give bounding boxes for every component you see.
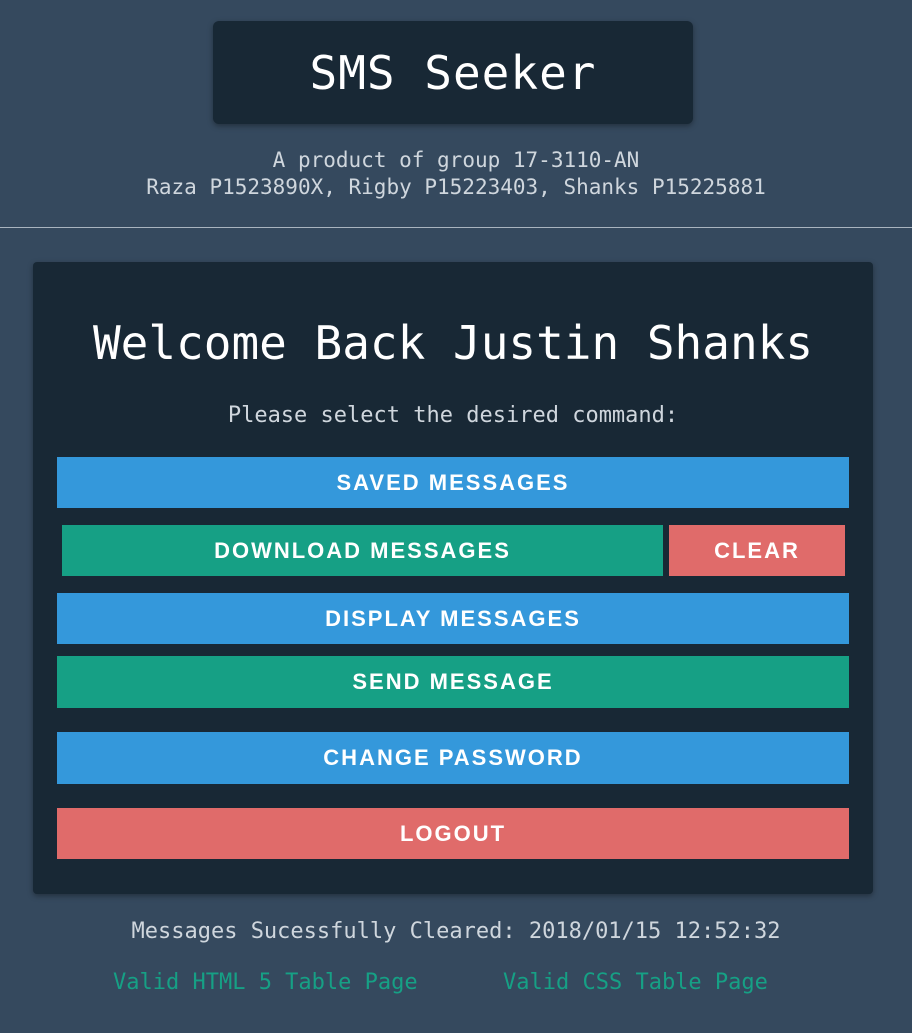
download-messages-button[interactable]: DOWNLOAD MESSAGES xyxy=(62,525,663,576)
command-prompt: Please select the desired command: xyxy=(227,403,679,428)
command-panel: Welcome Back Justin Shanks Please select… xyxy=(33,262,873,894)
saved-messages-button[interactable]: SAVED MESSAGES xyxy=(57,457,849,508)
send-message-button[interactable]: SEND MESSAGE xyxy=(57,656,849,708)
app-title: SMS Seeker xyxy=(309,45,597,100)
status-message: Messages Sucessfully Cleared: 2018/01/15… xyxy=(131,919,781,944)
display-messages-button[interactable]: DISPLAY MESSAGES xyxy=(57,593,849,644)
credits-line-authors: Raza P1523890X, Rigby P15223403, Shanks … xyxy=(146,175,766,199)
valid-css-link[interactable]: Valid CSS Table Page xyxy=(503,968,768,998)
welcome-heading: Welcome Back Justin Shanks xyxy=(92,316,814,370)
change-password-button[interactable]: CHANGE PASSWORD xyxy=(57,732,849,784)
logout-button[interactable]: LOGOUT xyxy=(57,808,849,859)
header-divider xyxy=(0,227,912,228)
clear-button[interactable]: CLEAR xyxy=(669,525,845,576)
credits-line-group: A product of group 17-3110-AN xyxy=(272,148,640,172)
valid-html-link[interactable]: Valid HTML 5 Table Page xyxy=(113,968,418,998)
app-header: SMS Seeker xyxy=(213,21,693,124)
